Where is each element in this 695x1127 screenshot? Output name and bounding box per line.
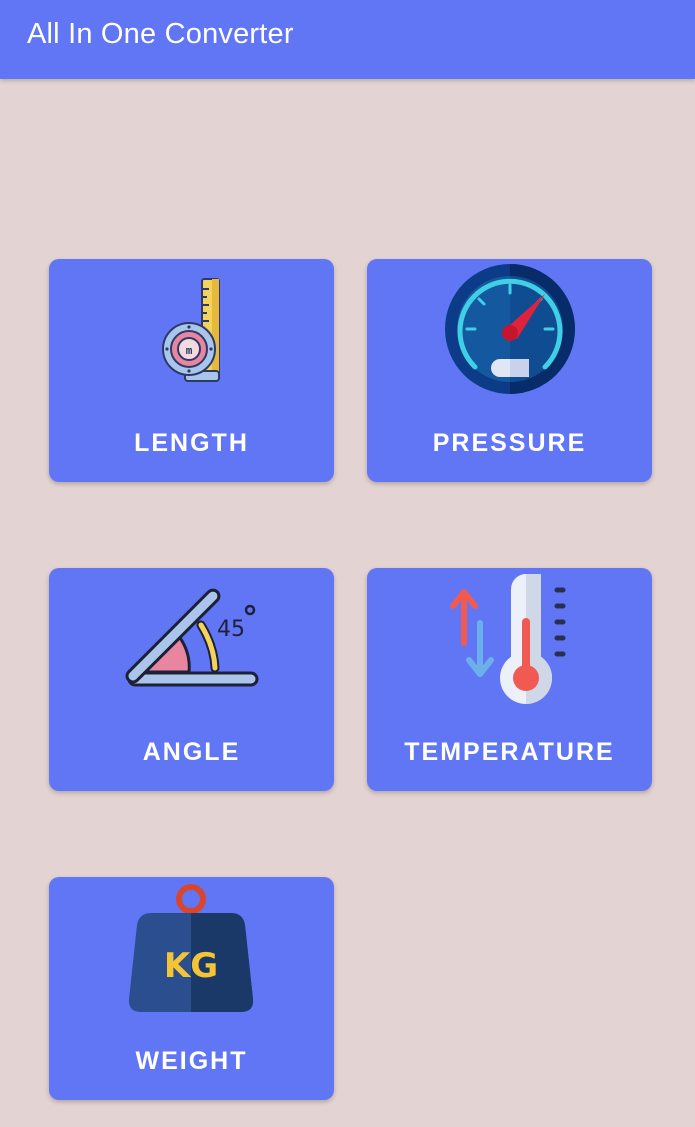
- length-label: LENGTH: [134, 429, 249, 457]
- pressure-gauge-icon: [367, 259, 652, 399]
- angle-label: ANGLE: [142, 738, 241, 766]
- app-title: All In One Converter: [27, 18, 294, 50]
- length-card[interactable]: m LENGTH: [49, 259, 334, 482]
- thermometer-icon: [367, 568, 652, 708]
- svg-text:m: m: [186, 344, 193, 357]
- temperature-label: TEMPERATURE: [404, 738, 615, 766]
- weight-label: WEIGHT: [135, 1047, 248, 1075]
- weight-icon-text: KG: [164, 946, 218, 986]
- temperature-card[interactable]: TEMPERATURE: [367, 568, 652, 791]
- weight-card[interactable]: KG WEIGHT: [49, 877, 334, 1100]
- app-bar: All In One Converter: [0, 0, 695, 79]
- measuring-tape-icon: m: [49, 259, 334, 399]
- svg-text:45: 45: [217, 617, 245, 642]
- pressure-card[interactable]: PRESSURE: [367, 259, 652, 482]
- weight-icon: KG: [49, 877, 334, 1017]
- pressure-label: PRESSURE: [432, 429, 587, 457]
- angle-card[interactable]: 45 ANGLE: [49, 568, 334, 791]
- angle-icon: 45: [49, 568, 334, 708]
